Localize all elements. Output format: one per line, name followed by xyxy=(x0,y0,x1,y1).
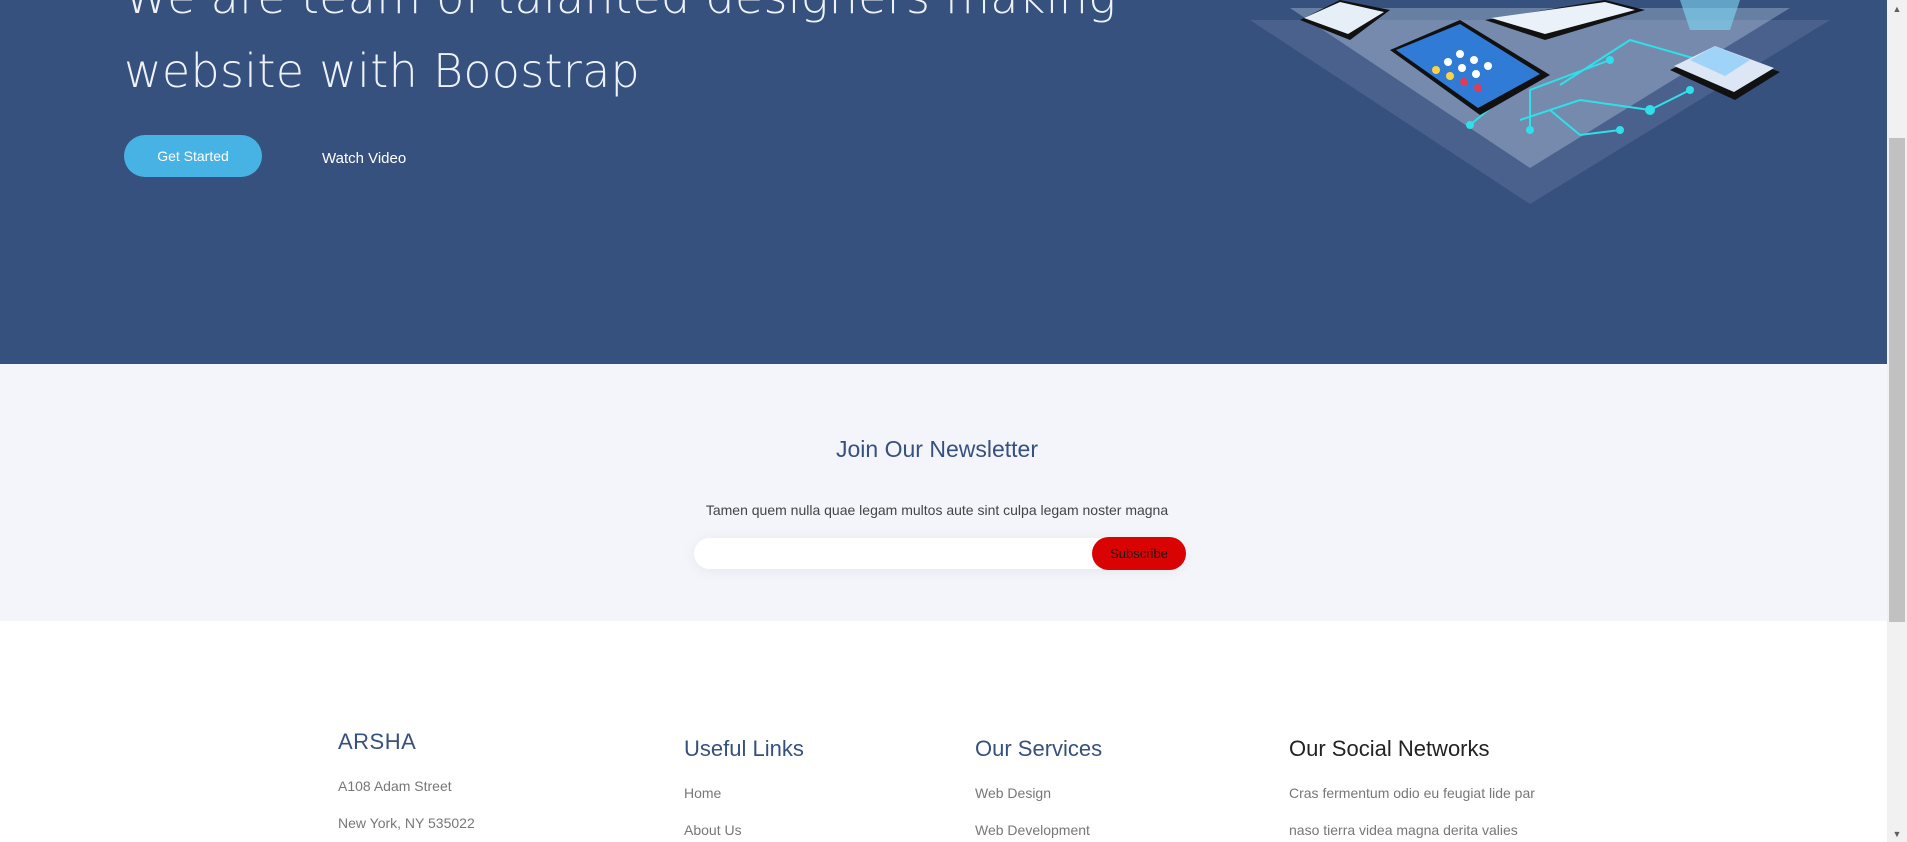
scroll-up-arrow-icon[interactable]: ▲ xyxy=(1887,0,1907,17)
newsletter-email-input[interactable] xyxy=(694,538,1084,569)
vertical-scrollbar[interactable]: ▲ ▼ xyxy=(1887,0,1907,842)
footer-brand: ARSHA xyxy=(338,729,417,754)
get-started-button[interactable]: Get Started xyxy=(124,135,262,177)
watch-video-link[interactable]: Watch Video xyxy=(322,150,406,167)
useful-links-title: Useful Links xyxy=(684,736,804,761)
newsletter-form: Subscribe xyxy=(694,537,1186,570)
page: We are team of talanted designers making… xyxy=(0,0,1887,842)
footer-address-line: A108 Adam Street xyxy=(338,778,452,794)
scrollbar-thumb[interactable] xyxy=(1889,138,1905,622)
subscribe-button[interactable]: Subscribe xyxy=(1092,537,1186,570)
social-networks-title: Our Social Networks xyxy=(1289,736,1490,761)
footer-link-home[interactable]: Home xyxy=(684,785,721,801)
footer-link-about-us[interactable]: About Us xyxy=(684,822,742,838)
hero-title: We are team of talanted designers making… xyxy=(124,0,1116,98)
newsletter-title: Join Our Newsletter xyxy=(836,436,1038,462)
footer-address-line: New York, NY 535022 xyxy=(338,815,475,831)
footer: ARSHA A108 Adam Street New York, NY 5350… xyxy=(0,621,1887,842)
footer-service-web-design[interactable]: Web Design xyxy=(975,785,1051,801)
hero-illustration xyxy=(1250,0,1830,204)
social-networks-text: Cras fermentum odio eu feugiat lide par xyxy=(1289,785,1535,801)
social-networks-text: naso tierra videa magna derita valies xyxy=(1289,822,1518,838)
newsletter-description: Tamen quem nulla quae legam multos aute … xyxy=(705,502,1169,518)
hero-section: We are team of talanted designers making… xyxy=(0,0,1887,364)
scroll-down-arrow-icon[interactable]: ▼ xyxy=(1887,825,1907,842)
our-services-title: Our Services xyxy=(975,736,1103,761)
newsletter-section: Join Our Newsletter Tamen quem nulla qua… xyxy=(0,364,1887,621)
footer-service-web-development[interactable]: Web Development xyxy=(975,822,1090,838)
